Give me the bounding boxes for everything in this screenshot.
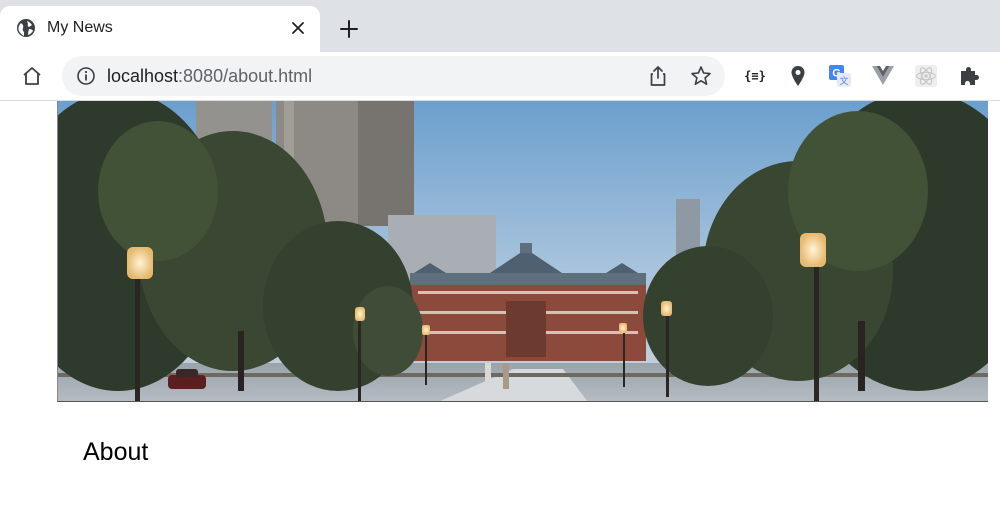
url-host: localhost <box>107 66 179 86</box>
svg-text:文: 文 <box>839 75 848 87</box>
tab-strip: My News <box>0 0 1000 52</box>
share-icon[interactable] <box>647 65 669 87</box>
star-icon[interactable] <box>690 65 712 87</box>
url-text[interactable]: localhost:8080/about.html <box>107 66 312 87</box>
vue-icon[interactable] <box>871 64 895 88</box>
plus-icon[interactable] <box>336 16 362 42</box>
page-content: About <box>0 101 1000 529</box>
globe-icon <box>16 18 36 38</box>
react-icon[interactable] <box>914 64 938 88</box>
google-translate-icon[interactable]: G 文 <box>828 64 852 88</box>
url-path: :8080/about.html <box>178 66 313 86</box>
info-icon[interactable] <box>76 66 96 86</box>
page-heading: About <box>83 438 149 466</box>
tab-title: My News <box>47 19 113 36</box>
map-pin-icon[interactable] <box>786 64 810 88</box>
close-icon[interactable] <box>288 18 308 38</box>
hero-image <box>57 101 988 402</box>
address-bar[interactable]: localhost:8080/about.html <box>62 56 725 96</box>
home-icon[interactable] <box>20 64 44 88</box>
browser-toolbar: localhost:8080/about.html {≡} G 文 <box>0 52 1000 100</box>
browser-tab[interactable]: My News <box>0 6 320 52</box>
puzzle-icon[interactable] <box>957 64 981 88</box>
json-formatter-extension[interactable]: {≡} <box>743 64 767 88</box>
